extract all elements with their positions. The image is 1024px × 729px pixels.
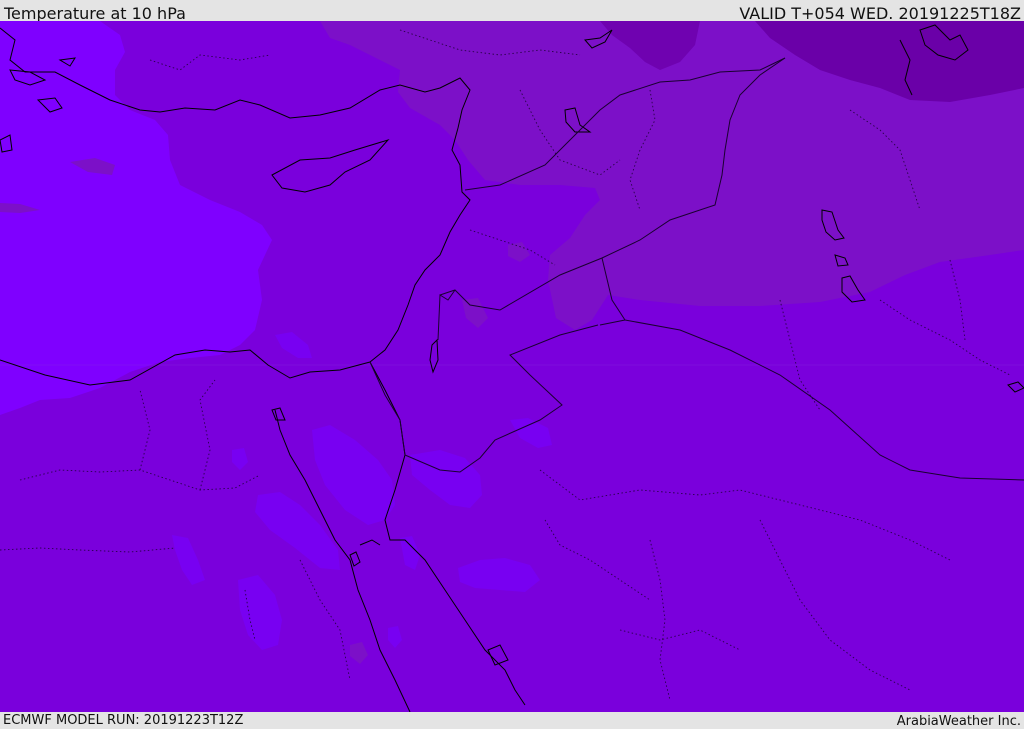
map-canvas <box>0 21 1024 712</box>
title-bar: Temperature at 10 hPa VALID T+054 WED. 2… <box>0 0 1024 23</box>
footer-bar: ECMWF MODEL RUN: 20191223T12Z ArabiaWeat… <box>0 712 1024 729</box>
credit-label: ArabiaWeather Inc. <box>896 714 1021 729</box>
model-run-label: ECMWF MODEL RUN: 20191223T12Z <box>3 713 244 728</box>
weather-map[interactable] <box>0 21 1024 712</box>
